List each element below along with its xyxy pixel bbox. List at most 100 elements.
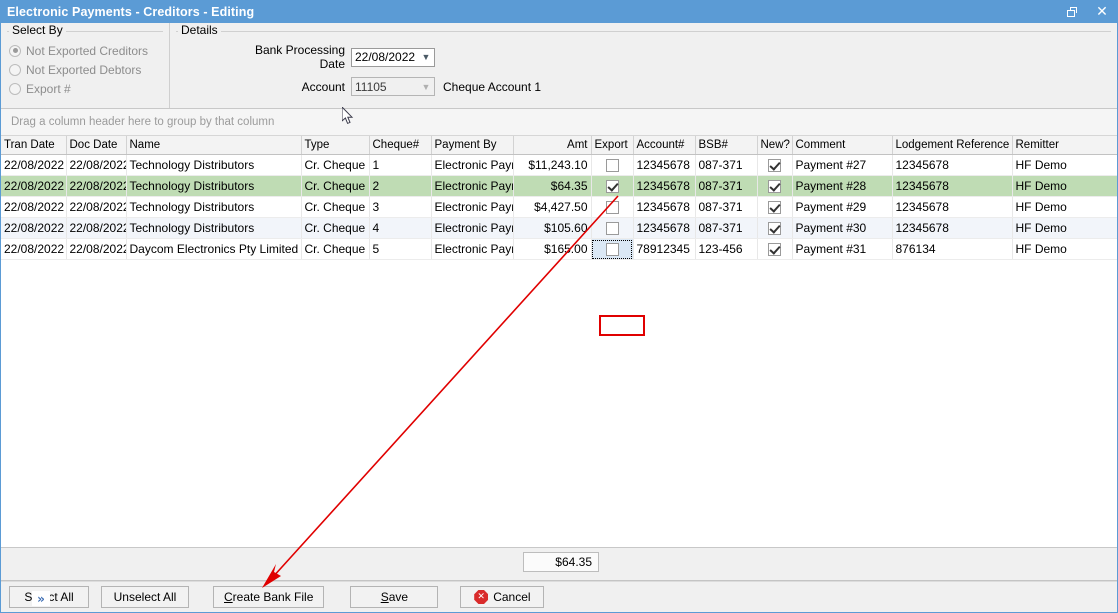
cell-payment_by[interactable]: Electronic Paymen: [431, 175, 514, 197]
cell-type[interactable]: Cr. Cheque: [301, 238, 370, 260]
cell-comment[interactable]: Payment #30: [792, 217, 893, 239]
cell-payment_by[interactable]: Electronic Paymen: [431, 154, 514, 176]
column-header-export[interactable]: Export: [591, 136, 634, 155]
cell-export[interactable]: [591, 175, 634, 197]
cell-cheque_no[interactable]: 1: [369, 154, 432, 176]
restore-button[interactable]: [1057, 1, 1087, 23]
export-checkbox[interactable]: [605, 201, 619, 215]
cell-tran_date[interactable]: 22/08/2022: [1, 196, 67, 218]
cell-new[interactable]: [757, 217, 793, 239]
close-button[interactable]: ✕: [1087, 1, 1117, 23]
cell-cheque_no[interactable]: 4: [369, 217, 432, 239]
cell-amt[interactable]: $4,427.50: [513, 196, 592, 218]
cell-export[interactable]: [591, 154, 634, 176]
table-row[interactable]: 22/08/2022 22/08/2022 Technology Distribut…: [1, 217, 1117, 239]
column-header-comment[interactable]: Comment: [792, 136, 893, 155]
cell-doc_date[interactable]: 22/08/2022: [66, 196, 127, 218]
export-checkbox[interactable]: [605, 243, 619, 257]
cell-cheque_no[interactable]: 5: [369, 238, 432, 260]
cell-bsb[interactable]: 087-371: [695, 217, 758, 239]
account-combo[interactable]: 11105 ▼: [351, 77, 435, 96]
cell-new[interactable]: [757, 238, 793, 260]
cancel-button[interactable]: Cancel: [460, 586, 545, 608]
new-checkbox[interactable]: [768, 222, 781, 236]
cell-account_no[interactable]: 12345678: [633, 217, 696, 239]
column-header-payment_by[interactable]: Payment By: [431, 136, 514, 155]
bank-processing-date-combo[interactable]: 22/08/2022 ▼: [351, 47, 435, 67]
cell-doc_date[interactable]: 22/08/2022: [66, 238, 127, 260]
cell-remitter[interactable]: HF Demo: [1012, 238, 1117, 260]
export-checkbox[interactable]: [605, 222, 619, 236]
column-header-account_no[interactable]: Account#: [633, 136, 696, 155]
column-header-type[interactable]: Type: [301, 136, 370, 155]
cell-lodgement_reference[interactable]: 876134: [892, 238, 1013, 260]
unselect-all-button[interactable]: Unselect All: [101, 586, 189, 608]
cell-comment[interactable]: Payment #29: [792, 196, 893, 218]
cell-type[interactable]: Cr. Cheque: [301, 196, 370, 218]
cell-lodgement_reference[interactable]: 12345678: [892, 196, 1013, 218]
cell-payment_by[interactable]: Electronic Paymen: [431, 217, 514, 239]
column-header-cheque_no[interactable]: Cheque#: [369, 136, 432, 155]
export-checkbox[interactable]: [605, 180, 619, 194]
cell-amt[interactable]: $11,243.10: [513, 154, 592, 176]
cell-remitter[interactable]: HF Demo: [1012, 196, 1117, 218]
column-header-doc_date[interactable]: Doc Date: [66, 136, 127, 155]
cell-bsb[interactable]: 123-456: [695, 238, 758, 260]
cell-name[interactable]: Technology Distributors: [126, 175, 302, 197]
cell-amt[interactable]: $105.60: [513, 217, 592, 239]
new-checkbox[interactable]: [768, 201, 781, 215]
radio-export-number[interactable]: Export #: [9, 79, 169, 98]
cell-lodgement_reference[interactable]: 12345678: [892, 217, 1013, 239]
cell-export[interactable]: [591, 196, 634, 218]
group-by-panel[interactable]: Drag a column header here to group by th…: [1, 109, 1117, 136]
cell-account_no[interactable]: 78912345: [633, 238, 696, 260]
cell-account_no[interactable]: 12345678: [633, 196, 696, 218]
cell-comment[interactable]: Payment #27: [792, 154, 893, 176]
cell-account_no[interactable]: 12345678: [633, 175, 696, 197]
table-row[interactable]: 22/08/2022 22/08/2022 Technology Distribut…: [1, 154, 1117, 176]
cell-tran_date[interactable]: 22/08/2022: [1, 154, 67, 176]
create-bank-file-button[interactable]: Create Bank File: [213, 586, 325, 608]
cell-amt[interactable]: $165.00: [513, 238, 592, 260]
cell-comment[interactable]: Payment #31: [792, 238, 893, 260]
column-header-lodgement_reference[interactable]: Lodgement Reference: [892, 136, 1013, 155]
cell-doc_date[interactable]: 22/08/2022: [66, 154, 127, 176]
column-header-new[interactable]: New?: [757, 136, 793, 155]
export-checkbox[interactable]: [605, 159, 619, 173]
cell-type[interactable]: Cr. Cheque: [301, 154, 370, 176]
cell-type[interactable]: Cr. Cheque: [301, 175, 370, 197]
cell-payment_by[interactable]: Electronic Paymen: [431, 238, 514, 260]
cell-name[interactable]: Technology Distributors: [126, 196, 302, 218]
column-header-bsb[interactable]: BSB#: [695, 136, 758, 155]
cell-name[interactable]: Technology Distributors: [126, 217, 302, 239]
cell-new[interactable]: [757, 196, 793, 218]
column-header-amt[interactable]: Amt: [513, 136, 592, 155]
new-checkbox[interactable]: [768, 243, 781, 257]
cell-bsb[interactable]: 087-371: [695, 154, 758, 176]
cell-lodgement_reference[interactable]: 12345678: [892, 175, 1013, 197]
cell-type[interactable]: Cr. Cheque: [301, 217, 370, 239]
table-row[interactable]: 22/08/2022 22/08/2022 Technology Distribut…: [1, 175, 1117, 197]
table-row[interactable]: 22/08/2022 22/08/2022 Technology Distribut…: [1, 196, 1117, 218]
cell-doc_date[interactable]: 22/08/2022: [66, 217, 127, 239]
chevron-down-icon[interactable]: ▼: [418, 49, 434, 66]
cell-doc_date[interactable]: 22/08/2022: [66, 175, 127, 197]
payments-grid[interactable]: Tran Date Doc Date Name Type Cheque# Payment …: [1, 136, 1117, 548]
cell-amt[interactable]: $64.35: [513, 175, 592, 197]
cell-remitter[interactable]: HF Demo: [1012, 217, 1117, 239]
cell-tran_date[interactable]: 22/08/2022: [1, 175, 67, 197]
radio-not-exported-creditors[interactable]: Not Exported Creditors: [9, 41, 169, 60]
cell-comment[interactable]: Payment #28: [792, 175, 893, 197]
column-header-tran_date[interactable]: Tran Date: [1, 136, 67, 155]
cell-remitter[interactable]: HF Demo: [1012, 154, 1117, 176]
cell-bsb[interactable]: 087-371: [695, 196, 758, 218]
cell-new[interactable]: [757, 154, 793, 176]
table-row[interactable]: 22/08/2022 22/08/2022 Daycom Electronics P…: [1, 238, 1117, 260]
cell-tran_date[interactable]: 22/08/2022: [1, 238, 67, 260]
column-header-remitter[interactable]: Remitter: [1012, 136, 1117, 155]
cell-export[interactable]: [591, 238, 634, 260]
column-header-name[interactable]: Name: [126, 136, 302, 155]
radio-not-exported-debtors[interactable]: Not Exported Debtors: [9, 60, 169, 79]
cell-name[interactable]: Technology Distributors: [126, 154, 302, 176]
cell-remitter[interactable]: HF Demo: [1012, 175, 1117, 197]
